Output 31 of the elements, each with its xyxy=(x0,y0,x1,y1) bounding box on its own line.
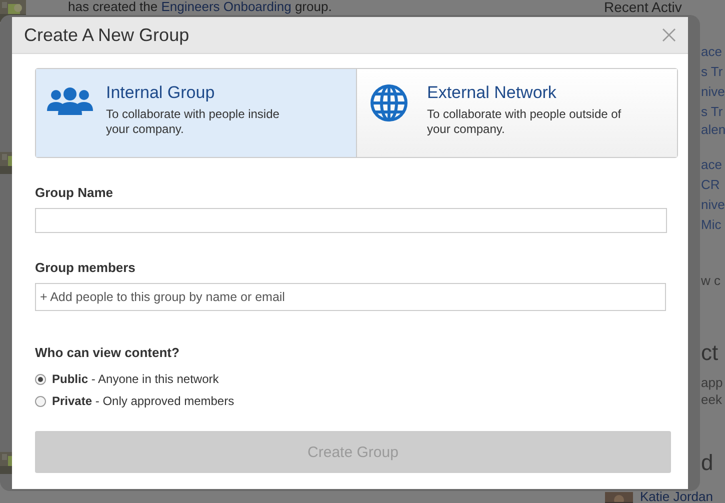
option-description: To collaborate with people outside of your company. xyxy=(427,107,622,137)
group-type-option[interactable]: Internal Group To collaborate with people inside your company. xyxy=(36,69,357,157)
option-description: To collaborate with people inside your company. xyxy=(106,107,280,137)
activity-link[interactable]: ace xyxy=(701,44,722,59)
field-label: Who can view content? xyxy=(35,345,180,360)
activity-link[interactable]: alen xyxy=(701,122,725,137)
activity-text: has created the Engineers Onboarding group. xyxy=(68,0,332,14)
section-heading: d xyxy=(701,450,714,476)
activity-link[interactable]: s Tr xyxy=(701,64,723,79)
activity-link[interactable]: s Tr xyxy=(701,104,723,119)
option-title: External Network xyxy=(427,83,558,103)
group-type-option[interactable]: External Network To collaborate with people outside of your company. xyxy=(357,69,677,157)
section-heading: Recent Activ xyxy=(604,0,682,15)
activity-text: eek xyxy=(701,392,722,407)
activity-link[interactable]: ace xyxy=(701,157,722,172)
radio-label: Private - Only approved members xyxy=(52,394,234,408)
option-title: Internal Group xyxy=(106,83,216,103)
activity-text: app xyxy=(701,375,723,390)
activity-link[interactable]: nive xyxy=(701,197,725,212)
person-link[interactable]: Katie Jordan xyxy=(640,490,713,503)
radio-label: Public - Anyone in this network xyxy=(52,372,219,386)
activity-link[interactable]: nive xyxy=(701,84,725,99)
activity-text: w c xyxy=(701,273,720,288)
group-link[interactable]: Engineers Onboarding xyxy=(161,0,292,14)
field-label: Group Name xyxy=(35,185,114,200)
field-label: Group members xyxy=(35,260,136,275)
members-field[interactable]: + Add people to this group by name or email xyxy=(35,283,666,311)
section-heading: ct xyxy=(701,340,718,366)
activity-link[interactable]: CR xyxy=(701,177,720,192)
activity-link[interactable]: Mic xyxy=(701,217,722,232)
dialog-title: Create A New Group xyxy=(24,24,190,46)
